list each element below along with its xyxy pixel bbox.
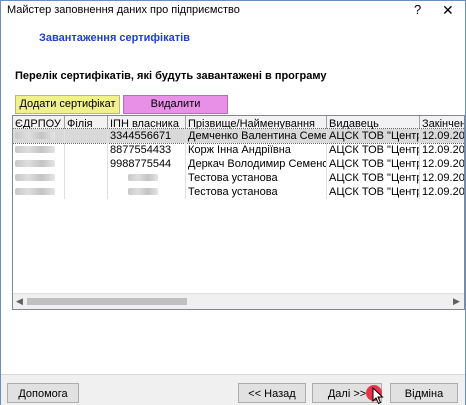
cell-issuer: АЦСК ТОВ "Центр...: [327, 185, 420, 199]
cell-name: Деркач Володимир Семено: [188, 157, 327, 171]
cell-ipn: [108, 171, 186, 185]
table-row[interactable]: Тестова установа АЦСК ТОВ "Центр... 12.0…: [13, 171, 464, 185]
cell-ipn: 8877554433: [108, 143, 186, 157]
horizontal-scrollbar[interactable]: ◀ ▶: [13, 293, 464, 309]
cell-filia: [65, 129, 108, 143]
cell-name: Тестова установа: [186, 171, 327, 185]
cell-edrpou: [13, 157, 65, 171]
wizard-button-bar: Допомога << Назад Далі >> Відміна: [1, 374, 465, 405]
cell-ipn: [108, 185, 186, 199]
cell-issuer: АЦСК ТОВ "Центр...: [327, 143, 420, 157]
title-bar: Майстер заповнення даних про підприємств…: [1, 1, 465, 21]
help-button[interactable]: Допомога: [7, 383, 79, 403]
cell-name: Демченко Валентина Семе...: [188, 129, 327, 143]
cell-expires: 12.09.201: [420, 171, 464, 185]
cell-filia: [65, 143, 108, 157]
cell-edrpou: [13, 129, 65, 143]
window-title: Майстер заповнення даних про підприємств…: [7, 4, 240, 16]
table-row[interactable]: 8877554433 Корж Інна Андріївна АЦСК ТОВ …: [13, 143, 464, 157]
cell-ipn: 3344556671: [108, 129, 186, 143]
cell-issuer: АЦСК ТОВ "Центр...: [327, 157, 420, 171]
cell-edrpou: [13, 171, 65, 185]
table-row[interactable]: 9988775544 Деркач Володимир Семено АЦСК …: [13, 157, 464, 171]
page-subtitle: Перелік сертифікатів, які будуть заванта…: [15, 70, 327, 82]
scrollbar-thumb[interactable]: [27, 298, 187, 305]
cell-edrpou: [13, 143, 65, 157]
cell-expires: 12.09.201: [420, 129, 464, 143]
certificates-table[interactable]: ЄДРПОУ Філія ІПН власника Прізвище/Найме…: [12, 115, 465, 310]
cell-name: Корж Інна Андріївна: [186, 143, 327, 157]
cell-filia: [65, 171, 108, 185]
page-title: Завантаження сертифікатів: [39, 32, 190, 44]
cell-expires: 12.09.201: [420, 157, 464, 171]
cell-expires: 12.09.201: [420, 143, 464, 157]
scroll-right-icon[interactable]: ▶: [453, 296, 460, 307]
close-icon[interactable]: ✕: [442, 2, 454, 19]
scroll-left-icon[interactable]: ◀: [16, 296, 23, 307]
cell-issuer: АЦСК ТОВ "Центр...: [327, 129, 420, 143]
cancel-button[interactable]: Відміна: [390, 383, 458, 403]
cell-expires: 12.09.201: [420, 185, 464, 199]
cell-filia: [65, 185, 108, 199]
back-button[interactable]: << Назад: [238, 383, 306, 403]
cell-filia: [65, 157, 108, 171]
delete-button[interactable]: Видалити: [123, 95, 228, 114]
table-row[interactable]: 3344556671 Демченко Валентина Семе... АЦ…: [13, 128, 464, 144]
help-icon[interactable]: ?: [414, 2, 421, 17]
wizard-window: Майстер заповнення даних про підприємств…: [0, 0, 466, 405]
cell-ipn: 9988775544: [108, 157, 186, 171]
mouse-pointer-icon: [372, 387, 384, 405]
cell-name: Тестова установа: [186, 185, 327, 199]
add-certificate-button[interactable]: Додати сертифікат: [15, 95, 120, 114]
cell-issuer: АЦСК ТОВ "Центр...: [327, 171, 420, 185]
table-row[interactable]: Тестова установа АЦСК ТОВ "Центр... 12.0…: [13, 185, 464, 199]
cell-edrpou: [13, 185, 65, 199]
